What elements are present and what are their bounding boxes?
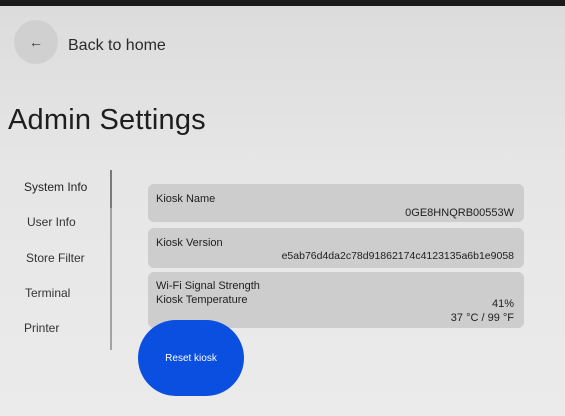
kiosk-name-card: Kiosk Name 0GE8HNQRB00553W	[148, 184, 524, 222]
sidebar-divider	[110, 170, 112, 350]
page-title: Admin Settings	[8, 104, 206, 136]
sidebar-item-printer[interactable]: Printer	[24, 321, 59, 335]
back-to-home-link[interactable]: Back to home	[68, 37, 166, 55]
wifi-signal-label: Wi-Fi Signal Strength	[156, 280, 260, 292]
wifi-signal-value: 41%	[491, 298, 514, 310]
back-button[interactable]: ←	[14, 20, 58, 64]
kiosk-version-card: Kiosk Version e5ab76d4da2c78d91862174c41…	[148, 228, 524, 268]
sidebar-item-system-info[interactable]: System Info	[24, 180, 87, 194]
sidebar-item-user-info[interactable]: User Info	[27, 215, 76, 229]
arrow-left-icon: ←	[29, 34, 43, 50]
settings-sidebar: System Info User Info Store Filter Termi…	[24, 170, 116, 350]
kiosk-admin-screen: ← Back to home Admin Settings System Inf…	[0, 6, 565, 416]
sidebar-item-store-filter[interactable]: Store Filter	[26, 251, 85, 265]
kiosk-temperature-label: Kiosk Temperature	[156, 294, 248, 306]
kiosk-name-label: Kiosk Name	[156, 193, 216, 205]
kiosk-name-value: 0GE8HNQRB00553W	[405, 207, 514, 219]
reset-kiosk-button[interactable]: Reset kiosk	[138, 320, 244, 396]
kiosk-temperature-value: 37 °C / 99 °F	[450, 312, 514, 324]
sidebar-item-terminal[interactable]: Terminal	[25, 286, 70, 300]
kiosk-version-label: Kiosk Version	[156, 237, 223, 249]
active-tab-indicator	[110, 170, 112, 208]
kiosk-version-value: e5ab76d4da2c78d91862174c4123135a6b1e9058	[281, 250, 514, 262]
reset-kiosk-label: Reset kiosk	[165, 352, 217, 364]
